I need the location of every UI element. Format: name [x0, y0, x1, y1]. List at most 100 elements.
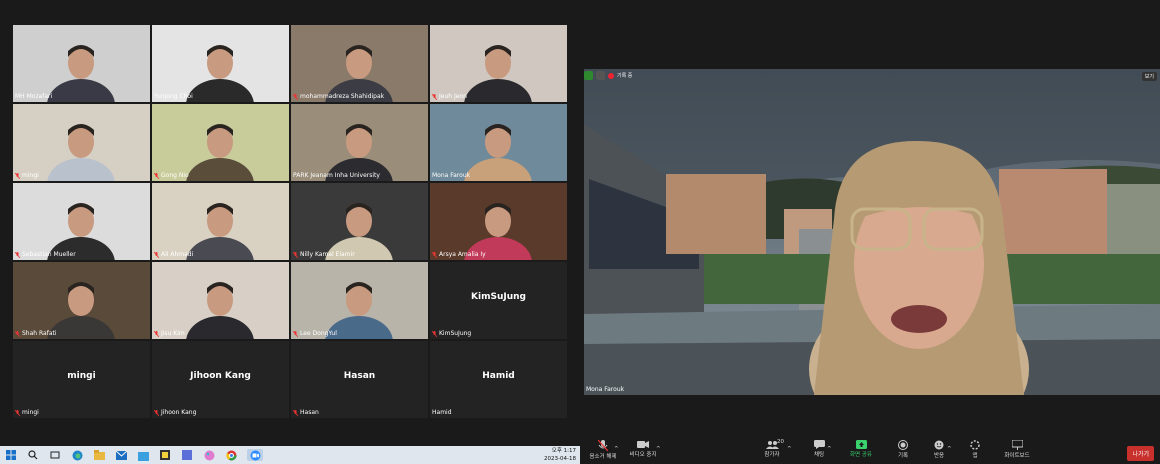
participant-video-feed [291, 183, 428, 260]
zoom-app-icon[interactable] [247, 449, 263, 461]
store-icon[interactable] [137, 449, 149, 461]
participant-name-label: MH Mozafari [15, 93, 52, 100]
share-screen-button[interactable]: 화면 공유 [846, 440, 876, 458]
microphone-muted-icon [598, 440, 608, 451]
mic-muted-icon [431, 251, 438, 258]
participant-video-feed [13, 262, 150, 339]
edge-browser-icon[interactable] [71, 449, 83, 461]
participant-tile[interactable]: Jihoon Kang Jihoon Kang [152, 341, 289, 418]
apps-button[interactable]: 앱 [966, 440, 984, 459]
mic-muted-icon [153, 330, 160, 337]
participant-tile[interactable]: Ali Ahmadi [152, 183, 289, 260]
whiteboard-icon [1011, 440, 1023, 450]
participant-video-feed [152, 25, 289, 102]
participant-name: Yunjong Choi [154, 93, 193, 100]
search-icon[interactable] [27, 449, 39, 461]
participant-name-label: KimSuJung [431, 330, 472, 337]
info-icon[interactable] [596, 71, 605, 80]
taskbar-clock[interactable]: 오후 1:17 2023-04-18 [544, 447, 576, 463]
whiteboard-button[interactable]: 화이트보드 [1000, 440, 1034, 459]
mail-icon[interactable] [115, 449, 127, 461]
leave-meeting-button[interactable]: 나가기 [1127, 446, 1154, 461]
participant-name-label: Ali Ahmadi [153, 251, 193, 258]
mic-muted-icon [292, 409, 299, 416]
mic-muted-icon [431, 93, 438, 100]
participant-video-feed [13, 104, 150, 181]
audio-options-chevron[interactable]: ^ [614, 446, 619, 452]
reactions-label: 반응 [933, 453, 945, 459]
participant-name: Jihoon Kang [161, 409, 197, 416]
participant-name: Gong Nio [161, 172, 189, 179]
participant-tile[interactable]: PARK Jeanam Inha University [291, 104, 428, 181]
participant-name: Hamid [432, 409, 452, 416]
participant-tile[interactable]: mohammadreza Shahidipak [291, 25, 428, 102]
participant-tile[interactable]: Shah Rafati [13, 262, 150, 339]
task-view-icon[interactable] [49, 449, 61, 461]
chevron-up-icon: ^ [947, 446, 952, 452]
participant-video-feed [430, 104, 567, 181]
participant-tile[interactable]: Lee DongYul [291, 262, 428, 339]
chat-label: 채팅 [813, 452, 825, 458]
participant-display-name: Hamid [482, 371, 515, 381]
participant-tile[interactable]: mingi [13, 104, 150, 181]
shield-icon[interactable] [584, 71, 593, 80]
chevron-up-icon: ^ [787, 446, 792, 452]
participant-tile[interactable]: Jisu Kim [152, 262, 289, 339]
active-speaker-video[interactable]: 기록 중 보기 Mona Farouk [584, 69, 1160, 395]
participant-name: MH Mozafari [15, 93, 53, 100]
record-label: 기록 [897, 453, 909, 459]
smiley-icon [934, 440, 944, 450]
participant-name-label: Sebastian Mueller [14, 251, 76, 258]
participant-tile[interactable]: Arsya Amalia Iy [430, 183, 567, 260]
reactions-chevron[interactable]: ^ [947, 446, 952, 452]
record-button[interactable]: 기록 [892, 440, 914, 459]
participant-name: KimSuJung [439, 330, 472, 337]
participant-tile[interactable]: Nilly Kamal Elamir [291, 183, 428, 260]
participant-tile[interactable]: Sebastian Mueller [13, 183, 150, 260]
participant-tile[interactable]: KimSuJung KimSuJung [430, 262, 567, 339]
participant-tile[interactable]: Gong Nio [152, 104, 289, 181]
participant-tile[interactable]: Hamid Hamid [430, 341, 567, 418]
stop-video-label: 비디오 중지 [629, 452, 657, 458]
participant-video-feed [152, 104, 289, 181]
participant-tile[interactable]: Yunjong Choi [152, 25, 289, 102]
video-options-chevron[interactable]: ^ [656, 446, 661, 452]
windows-start-icon[interactable] [5, 449, 17, 461]
stop-video-button[interactable]: 비디오 중지 [626, 440, 660, 458]
file-explorer-icon[interactable] [93, 449, 105, 461]
participant-video-feed [152, 262, 289, 339]
participant-video-feed [291, 104, 428, 181]
clock-time: 오후 1:17 [551, 448, 576, 454]
participants-chevron[interactable]: ^ [787, 446, 792, 452]
sticky-notes-icon[interactable] [159, 449, 171, 461]
mic-muted-icon [292, 251, 299, 258]
whiteboard-label: 화이트보드 [1004, 453, 1030, 459]
participant-name-label: Nilly Kamal Elamir [292, 251, 355, 258]
paint-icon[interactable] [203, 449, 215, 461]
participant-tile[interactable]: Jeuh Jeon [430, 25, 567, 102]
chevron-up-icon: ^ [656, 446, 661, 452]
participant-name: Arsya Amalia Iy [439, 251, 486, 258]
participant-name: PARK Jeanam Inha University [293, 172, 380, 179]
participant-video-feed [152, 183, 289, 260]
chrome-icon[interactable] [225, 449, 237, 461]
participant-tile[interactable]: mingi mingi [13, 341, 150, 418]
participant-name-label: PARK Jeanam Inha University [293, 172, 380, 179]
chat-chevron[interactable]: ^ [827, 446, 832, 452]
share-screen-icon [855, 440, 867, 449]
participant-name-label: Shah Rafati [14, 330, 57, 337]
apps-label: 앱 [972, 453, 978, 459]
participant-tile[interactable]: MH Mozafari [13, 25, 150, 102]
participant-name: Sebastian Mueller [22, 251, 76, 258]
participant-name: mohammadreza Shahidipak [300, 93, 385, 100]
participant-tile[interactable]: Hasan Hasan [291, 341, 428, 418]
mic-muted-icon [292, 330, 299, 337]
participant-tile[interactable]: Mona Farouk [430, 104, 567, 181]
chevron-up-icon: ^ [827, 446, 832, 452]
view-button[interactable]: 보기 [1141, 72, 1157, 81]
participant-name-label: Jihoon Kang [153, 409, 197, 416]
recording-label: 기록 중 [617, 73, 633, 79]
participant-name-label: Hamid [432, 409, 452, 416]
participant-video-feed [13, 183, 150, 260]
photos-icon[interactable] [181, 449, 193, 461]
